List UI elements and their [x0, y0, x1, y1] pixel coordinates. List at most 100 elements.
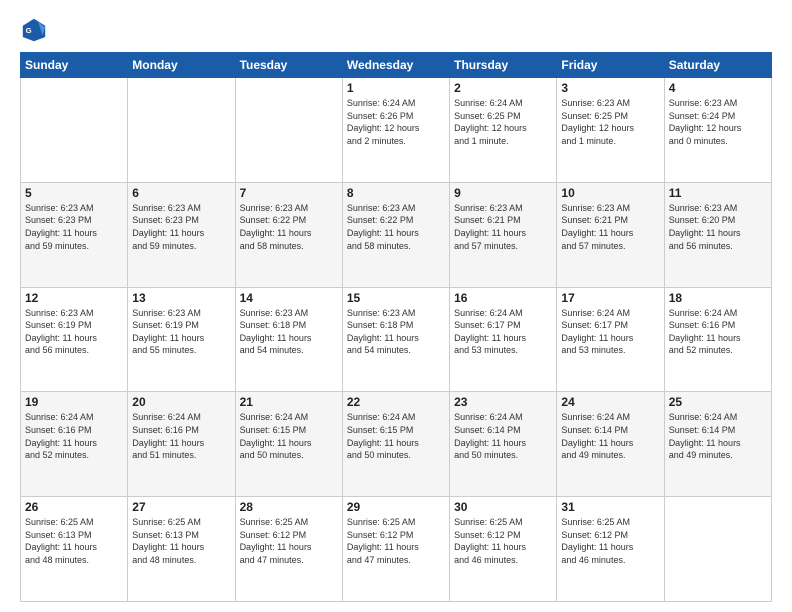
day-info: Sunrise: 6:24 AM Sunset: 6:16 PM Dayligh… [25, 411, 123, 461]
day-number: 3 [561, 81, 659, 95]
day-info: Sunrise: 6:23 AM Sunset: 6:22 PM Dayligh… [240, 202, 338, 252]
day-cell: 3 Sunrise: 6:23 AM Sunset: 6:25 PM Daylig… [557, 78, 664, 183]
day-cell: 21 Sunrise: 6:24 AM Sunset: 6:15 PM Dayli… [235, 392, 342, 497]
day-info: Sunrise: 6:24 AM Sunset: 6:15 PM Dayligh… [240, 411, 338, 461]
day-info: Sunrise: 6:23 AM Sunset: 6:23 PM Dayligh… [25, 202, 123, 252]
day-number: 18 [669, 291, 767, 305]
day-number: 21 [240, 395, 338, 409]
day-cell: 25 Sunrise: 6:24 AM Sunset: 6:14 PM Dayli… [664, 392, 771, 497]
day-number: 27 [132, 500, 230, 514]
day-number: 23 [454, 395, 552, 409]
day-number: 14 [240, 291, 338, 305]
day-cell: 17 Sunrise: 6:24 AM Sunset: 6:17 PM Dayli… [557, 287, 664, 392]
day-cell: 12Sunrise: 6:23 AM Sunset: 6:19 PM Dayli… [21, 287, 128, 392]
calendar-table: SundayMondayTuesdayWednesdayThursdayFrid… [20, 52, 772, 602]
week-row-4: 26Sunrise: 6:25 AM Sunset: 6:13 PM Dayli… [21, 497, 772, 602]
day-number: 17 [561, 291, 659, 305]
day-info: Sunrise: 6:24 AM Sunset: 6:25 PM Dayligh… [454, 97, 552, 147]
day-number: 11 [669, 186, 767, 200]
day-cell: 22Sunrise: 6:24 AM Sunset: 6:15 PM Dayli… [342, 392, 449, 497]
day-number: 29 [347, 500, 445, 514]
day-cell: 7 Sunrise: 6:23 AM Sunset: 6:22 PM Daylig… [235, 182, 342, 287]
day-info: Sunrise: 6:23 AM Sunset: 6:18 PM Dayligh… [240, 307, 338, 357]
day-cell: 11 Sunrise: 6:23 AM Sunset: 6:20 PM Dayli… [664, 182, 771, 287]
day-number: 6 [132, 186, 230, 200]
day-number: 20 [132, 395, 230, 409]
day-cell: 27 Sunrise: 6:25 AM Sunset: 6:13 PM Dayli… [128, 497, 235, 602]
day-info: Sunrise: 6:24 AM Sunset: 6:17 PM Dayligh… [454, 307, 552, 357]
day-cell: 1 Sunrise: 6:24 AM Sunset: 6:26 PM Daylig… [342, 78, 449, 183]
day-cell: 4 Sunrise: 6:23 AM Sunset: 6:24 PM Daylig… [664, 78, 771, 183]
day-cell: 6 Sunrise: 6:23 AM Sunset: 6:23 PM Daylig… [128, 182, 235, 287]
day-info: Sunrise: 6:24 AM Sunset: 6:14 PM Dayligh… [561, 411, 659, 461]
day-info: Sunrise: 6:23 AM Sunset: 6:23 PM Dayligh… [132, 202, 230, 252]
weekday-header-sunday: Sunday [21, 53, 128, 78]
weekday-header-saturday: Saturday [664, 53, 771, 78]
day-number: 2 [454, 81, 552, 95]
day-number: 28 [240, 500, 338, 514]
day-number: 7 [240, 186, 338, 200]
day-info: Sunrise: 6:25 AM Sunset: 6:13 PM Dayligh… [132, 516, 230, 566]
day-cell [128, 78, 235, 183]
header: G [20, 16, 772, 44]
day-cell: 16 Sunrise: 6:24 AM Sunset: 6:17 PM Dayli… [450, 287, 557, 392]
day-info: Sunrise: 6:24 AM Sunset: 6:16 PM Dayligh… [669, 307, 767, 357]
week-row-1: 5 Sunrise: 6:23 AM Sunset: 6:23 PM Daylig… [21, 182, 772, 287]
day-cell: 29 Sunrise: 6:25 AM Sunset: 6:12 PM Dayli… [342, 497, 449, 602]
day-cell: 28 Sunrise: 6:25 AM Sunset: 6:12 PM Dayli… [235, 497, 342, 602]
day-cell: 14 Sunrise: 6:23 AM Sunset: 6:18 PM Dayli… [235, 287, 342, 392]
weekday-header-wednesday: Wednesday [342, 53, 449, 78]
day-info: Sunrise: 6:23 AM Sunset: 6:24 PM Dayligh… [669, 97, 767, 147]
day-cell: 10Sunrise: 6:23 AM Sunset: 6:21 PM Dayli… [557, 182, 664, 287]
day-cell: 13Sunrise: 6:23 AM Sunset: 6:19 PM Dayli… [128, 287, 235, 392]
day-cell [235, 78, 342, 183]
day-info: Sunrise: 6:25 AM Sunset: 6:12 PM Dayligh… [454, 516, 552, 566]
day-info: Sunrise: 6:25 AM Sunset: 6:12 PM Dayligh… [240, 516, 338, 566]
day-number: 15 [347, 291, 445, 305]
day-info: Sunrise: 6:23 AM Sunset: 6:20 PM Dayligh… [669, 202, 767, 252]
day-number: 1 [347, 81, 445, 95]
day-info: Sunrise: 6:25 AM Sunset: 6:12 PM Dayligh… [561, 516, 659, 566]
day-info: Sunrise: 6:24 AM Sunset: 6:17 PM Dayligh… [561, 307, 659, 357]
day-number: 12 [25, 291, 123, 305]
day-info: Sunrise: 6:24 AM Sunset: 6:15 PM Dayligh… [347, 411, 445, 461]
day-cell: 19 Sunrise: 6:24 AM Sunset: 6:16 PM Dayli… [21, 392, 128, 497]
week-row-3: 19 Sunrise: 6:24 AM Sunset: 6:16 PM Dayli… [21, 392, 772, 497]
day-cell: 18 Sunrise: 6:24 AM Sunset: 6:16 PM Dayli… [664, 287, 771, 392]
day-cell: 15 Sunrise: 6:23 AM Sunset: 6:18 PM Dayli… [342, 287, 449, 392]
weekday-header-friday: Friday [557, 53, 664, 78]
page: G SundayMondayTuesdayWednesdayThursdayFr… [0, 0, 792, 612]
day-info: Sunrise: 6:23 AM Sunset: 6:18 PM Dayligh… [347, 307, 445, 357]
day-info: Sunrise: 6:25 AM Sunset: 6:13 PM Dayligh… [25, 516, 123, 566]
day-info: Sunrise: 6:23 AM Sunset: 6:19 PM Dayligh… [132, 307, 230, 357]
day-info: Sunrise: 6:23 AM Sunset: 6:25 PM Dayligh… [561, 97, 659, 147]
day-cell: 26Sunrise: 6:25 AM Sunset: 6:13 PM Dayli… [21, 497, 128, 602]
day-cell: 24 Sunrise: 6:24 AM Sunset: 6:14 PM Dayli… [557, 392, 664, 497]
day-info: Sunrise: 6:24 AM Sunset: 6:16 PM Dayligh… [132, 411, 230, 461]
day-info: Sunrise: 6:24 AM Sunset: 6:14 PM Dayligh… [669, 411, 767, 461]
day-number: 16 [454, 291, 552, 305]
day-cell: 31Sunrise: 6:25 AM Sunset: 6:12 PM Dayli… [557, 497, 664, 602]
day-number: 4 [669, 81, 767, 95]
day-info: Sunrise: 6:24 AM Sunset: 6:26 PM Dayligh… [347, 97, 445, 147]
day-cell: 30Sunrise: 6:25 AM Sunset: 6:12 PM Dayli… [450, 497, 557, 602]
day-cell: 9 Sunrise: 6:23 AM Sunset: 6:21 PM Daylig… [450, 182, 557, 287]
week-row-2: 12 Sunrise: 6:23 AM Sunset: 6:19 PM Dayli… [21, 287, 772, 392]
day-number: 24 [561, 395, 659, 409]
day-info: Sunrise: 6:25 AM Sunset: 6:12 PM Dayligh… [347, 516, 445, 566]
weekday-header-tuesday: Tuesday [235, 53, 342, 78]
day-cell: 20 Sunrise: 6:24 AM Sunset: 6:16 PM Dayli… [128, 392, 235, 497]
day-number: 25 [669, 395, 767, 409]
day-cell: 23Sunrise: 6:24 AM Sunset: 6:14 PM Dayli… [450, 392, 557, 497]
day-cell: 5 Sunrise: 6:23 AM Sunset: 6:23 PM Daylig… [21, 182, 128, 287]
day-cell: 8Sunrise: 6:23 AM Sunset: 6:22 PM Daylig… [342, 182, 449, 287]
logo-icon: G [20, 16, 48, 44]
day-number: 19 [25, 395, 123, 409]
day-info: Sunrise: 6:23 AM Sunset: 6:22 PM Dayligh… [347, 202, 445, 252]
day-number: 10 [561, 186, 659, 200]
svg-text:G: G [26, 26, 32, 35]
day-number: 9 [454, 186, 552, 200]
day-number: 5 [25, 186, 123, 200]
day-cell: 2 Sunrise: 6:24 AM Sunset: 6:25 PM Daylig… [450, 78, 557, 183]
day-info: Sunrise: 6:23 AM Sunset: 6:21 PM Dayligh… [454, 202, 552, 252]
